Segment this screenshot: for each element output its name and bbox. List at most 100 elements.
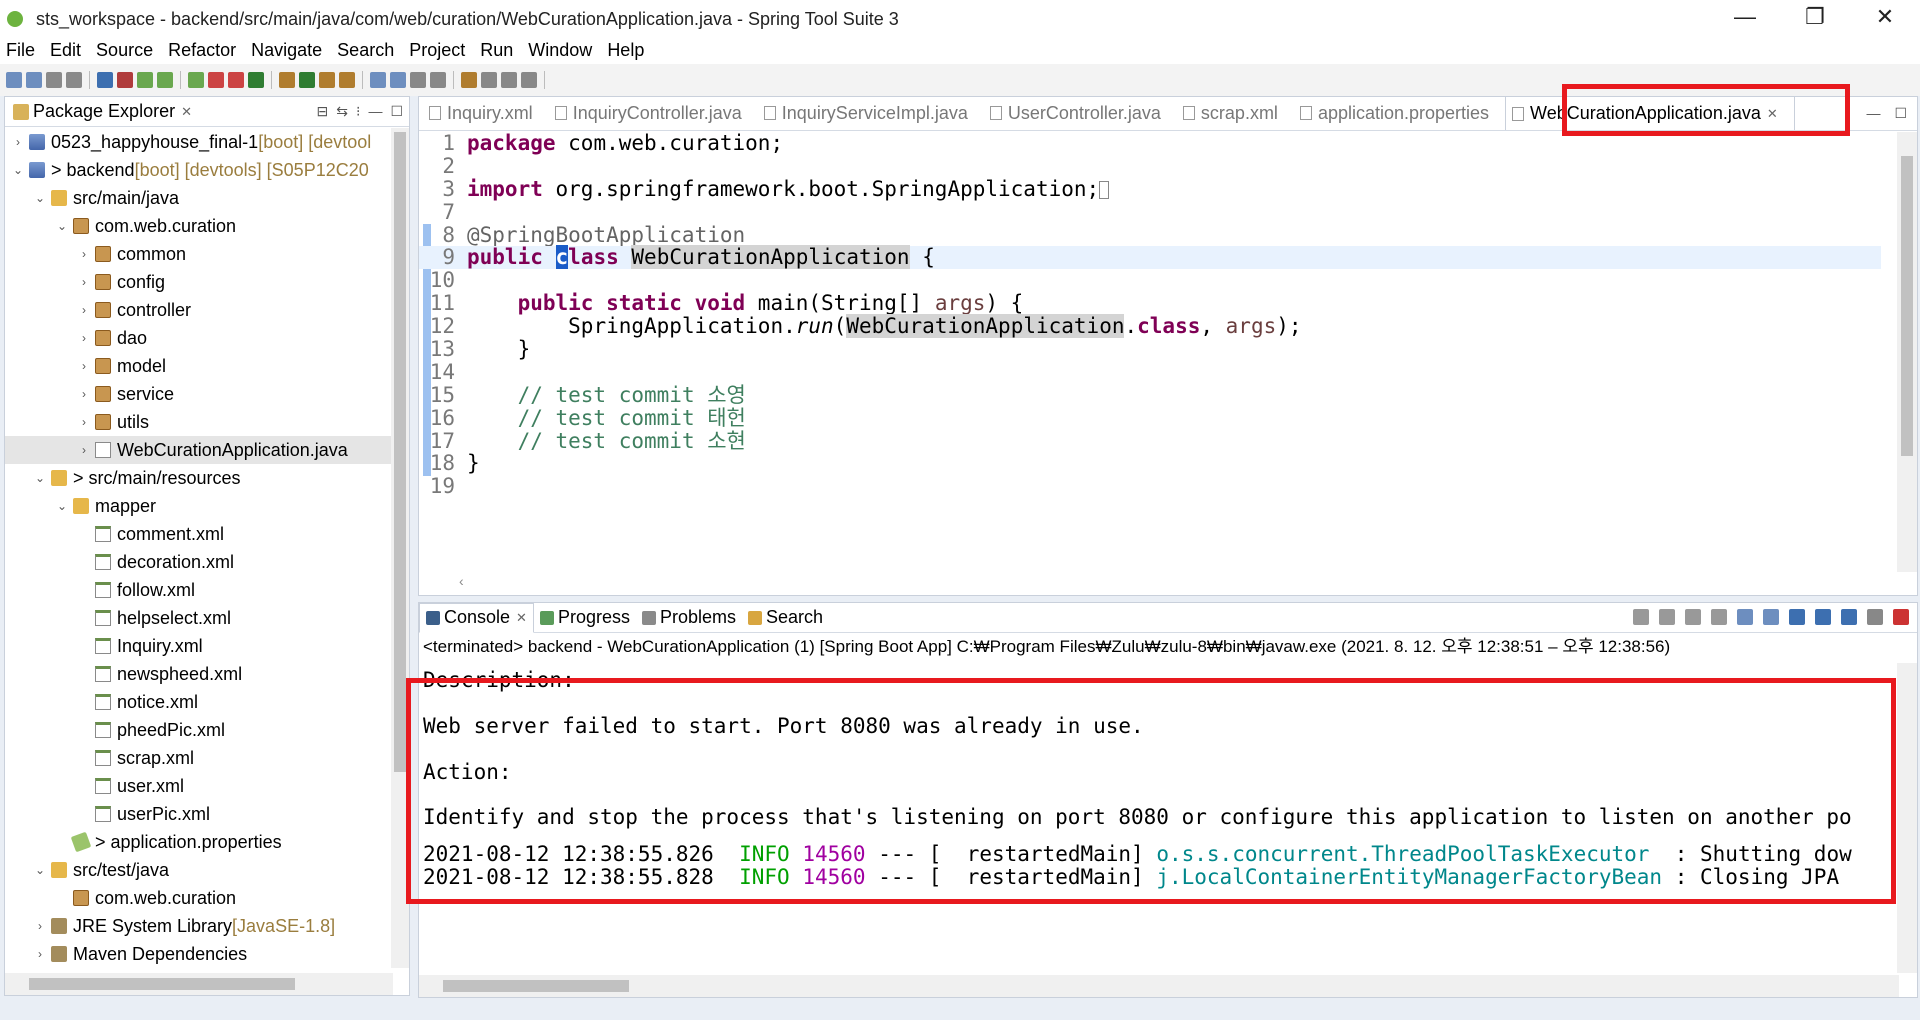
close-icon[interactable]: ✕: [516, 610, 527, 626]
toolbar-button-icon[interactable]: [521, 72, 537, 88]
expanded-arrow-icon[interactable]: ⌄: [33, 471, 47, 485]
editor-tab[interactable]: Inquiry.xml: [423, 96, 549, 130]
collapsed-arrow-icon[interactable]: ›: [77, 387, 91, 401]
editor-tab[interactable]: application.properties: [1294, 96, 1505, 130]
explorer-horizontal-scrollbar[interactable]: [5, 973, 393, 995]
console-toolbar-icon[interactable]: [1763, 609, 1779, 625]
toolbar-button-icon[interactable]: [46, 72, 62, 88]
console-toolbar-icon[interactable]: [1659, 609, 1675, 625]
toolbar-button-icon[interactable]: [370, 72, 386, 88]
toolbar-button-icon[interactable]: [97, 72, 113, 88]
tree-item[interactable]: com.web.curation: [5, 884, 393, 912]
tree-item[interactable]: scrap.xml: [5, 744, 393, 772]
restore-button[interactable]: ❐: [1780, 0, 1850, 34]
editor-tab[interactable]: UserController.java: [984, 96, 1177, 130]
tab-search[interactable]: Search: [742, 603, 829, 633]
collapse-all-icon[interactable]: ⊟: [317, 103, 329, 120]
tree-item[interactable]: userPic.xml: [5, 800, 393, 828]
toolbar-button-icon[interactable]: [26, 72, 42, 88]
tree-item[interactable]: ⌄ com.web.curation: [5, 212, 393, 240]
menu-search[interactable]: Search: [337, 40, 394, 61]
menu-edit[interactable]: Edit: [50, 40, 81, 61]
menu-refactor[interactable]: Refactor: [168, 40, 236, 61]
toolbar-button-icon[interactable]: [188, 72, 204, 88]
tree-item[interactable]: follow.xml: [5, 576, 393, 604]
toolbar-button-icon[interactable]: [299, 72, 315, 88]
tab-problems[interactable]: Problems: [636, 603, 742, 633]
toolbar-button-icon[interactable]: [339, 72, 355, 88]
close-button[interactable]: ✕: [1850, 0, 1920, 34]
collapsed-arrow-icon[interactable]: ›: [11, 135, 25, 149]
tree-item[interactable]: ⌄ src/test/java: [5, 856, 393, 884]
console-toolbar-icon[interactable]: [1711, 609, 1727, 625]
tree-item[interactable]: ⌄ > backend [boot] [devtools] [S05P12C20: [5, 156, 393, 184]
editor-tab[interactable]: InquiryController.java: [549, 96, 758, 130]
minimize-view-icon[interactable]: —: [368, 103, 382, 120]
tab-progress[interactable]: Progress: [534, 603, 636, 633]
toolbar-button-icon[interactable]: [501, 72, 517, 88]
collapsed-arrow-icon[interactable]: ›: [77, 247, 91, 261]
toolbar-button-icon[interactable]: [481, 72, 497, 88]
tab-console[interactable]: Console ✕: [419, 602, 534, 633]
tree-item[interactable]: › model: [5, 352, 393, 380]
expanded-arrow-icon[interactable]: ⌄: [55, 219, 69, 233]
maximize-editor-icon[interactable]: ☐: [1894, 105, 1907, 122]
tree-item[interactable]: decoration.xml: [5, 548, 393, 576]
console-toolbar-icon[interactable]: [1841, 609, 1857, 625]
tree-item[interactable]: › Maven Dependencies: [5, 940, 393, 968]
tree-item[interactable]: helpselect.xml: [5, 604, 393, 632]
collapsed-arrow-icon[interactable]: ›: [33, 919, 47, 933]
menu-file[interactable]: File: [6, 40, 35, 61]
tree-item[interactable]: › utils: [5, 408, 393, 436]
menu-source[interactable]: Source: [96, 40, 153, 61]
console-toolbar-icon[interactable]: [1893, 609, 1909, 625]
menu-project[interactable]: Project: [409, 40, 465, 61]
collapsed-arrow-icon[interactable]: ›: [77, 275, 91, 289]
toolbar-button-icon[interactable]: [248, 72, 264, 88]
console-toolbar-icon[interactable]: [1737, 609, 1753, 625]
console-vertical-scrollbar[interactable]: [1897, 663, 1917, 973]
collapsed-arrow-icon[interactable]: ›: [77, 415, 91, 429]
menu-run[interactable]: Run: [480, 40, 513, 61]
tree-item[interactable]: ⌄ src/main/java: [5, 184, 393, 212]
minimize-button[interactable]: —: [1710, 0, 1780, 34]
tree-item[interactable]: › dao: [5, 324, 393, 352]
toolbar-button-icon[interactable]: [137, 72, 153, 88]
expanded-arrow-icon[interactable]: ⌄: [33, 191, 47, 205]
editor-tab[interactable]: scrap.xml: [1177, 96, 1294, 130]
expanded-arrow-icon[interactable]: ⌄: [33, 863, 47, 877]
code-area[interactable]: 1 package com.web.curation; 2 3 import org…: [419, 132, 1881, 572]
console-toolbar-icon[interactable]: [1867, 609, 1883, 625]
toolbar-button-icon[interactable]: [66, 72, 82, 88]
toolbar-button-icon[interactable]: [461, 72, 477, 88]
collapsed-arrow-icon[interactable]: ›: [77, 443, 91, 457]
tree-item[interactable]: › common: [5, 240, 393, 268]
tree-item[interactable]: > application.properties: [5, 828, 393, 856]
tree-item[interactable]: › service: [5, 380, 393, 408]
editor-tab[interactable]: InquiryServiceImpl.java: [758, 96, 984, 130]
console-horizontal-scrollbar[interactable]: [419, 975, 1899, 997]
menu-navigate[interactable]: Navigate: [251, 40, 322, 61]
tree-item[interactable]: › JRE System Library [JavaSE-1.8]: [5, 912, 393, 940]
minimize-editor-icon[interactable]: —: [1866, 105, 1880, 122]
toolbar-button-icon[interactable]: [228, 72, 244, 88]
console-toolbar-icon[interactable]: [1633, 609, 1649, 625]
link-editor-icon[interactable]: ⇆: [336, 103, 348, 120]
menu-window[interactable]: Window: [528, 40, 592, 61]
tree-item[interactable]: user.xml: [5, 772, 393, 800]
collapsed-arrow-icon[interactable]: ›: [33, 947, 47, 961]
toolbar-button-icon[interactable]: [6, 72, 22, 88]
tree-item[interactable]: ⌄ mapper: [5, 492, 393, 520]
toolbar-button-icon[interactable]: [157, 72, 173, 88]
tree-item[interactable]: › controller: [5, 296, 393, 324]
tree-item[interactable]: notice.xml: [5, 688, 393, 716]
tree-item[interactable]: pheedPic.xml: [5, 716, 393, 744]
close-icon[interactable]: ✕: [181, 104, 192, 120]
toolbar-button-icon[interactable]: [430, 72, 446, 88]
collapsed-arrow-icon[interactable]: ›: [77, 359, 91, 373]
toolbar-button-icon[interactable]: [208, 72, 224, 88]
tree-item[interactable]: › WebCurationApplication.java: [5, 436, 393, 464]
toolbar-button-icon[interactable]: [279, 72, 295, 88]
collapsed-arrow-icon[interactable]: ›: [77, 303, 91, 317]
console-toolbar-icon[interactable]: [1789, 609, 1805, 625]
